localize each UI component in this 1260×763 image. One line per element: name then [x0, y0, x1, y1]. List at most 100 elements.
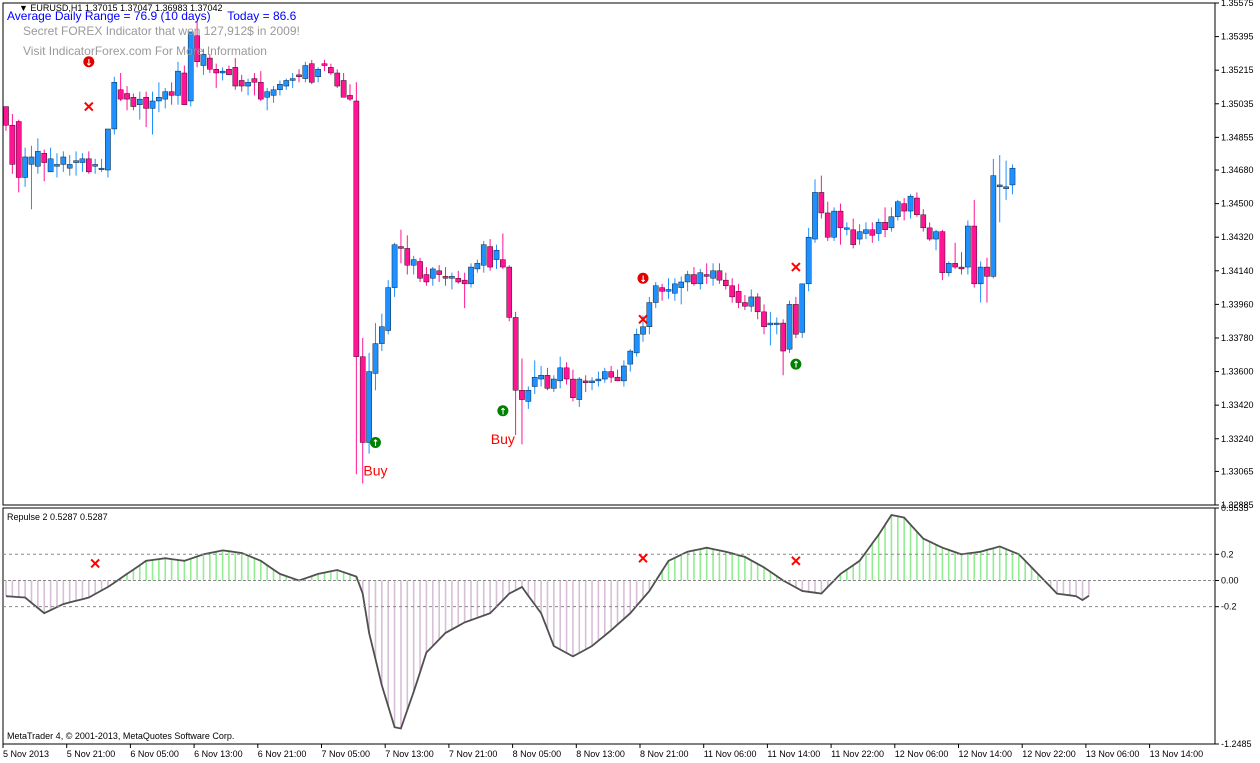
bear-candle [793, 304, 799, 335]
bull-candle [652, 285, 659, 303]
time-tick-label: 11 Nov 06:00 [704, 749, 757, 759]
bull-candle [187, 31, 194, 102]
bull-candle [576, 378, 583, 400]
bull-candle [366, 371, 372, 443]
bear-candle [512, 317, 519, 391]
bear-candle [423, 274, 430, 283]
time-tick-label: 12 Nov 06:00 [895, 749, 949, 759]
bull-candle [601, 371, 608, 380]
bull-candle [863, 229, 869, 234]
osc-tick-label: -1.2485 [1221, 739, 1252, 749]
price-tick-label: 1.33960 [1221, 299, 1254, 309]
bear-candle [614, 376, 621, 382]
bull-candle [35, 151, 41, 167]
bear-candle [901, 203, 907, 212]
bull-candle [1009, 167, 1016, 186]
bull-candle [990, 175, 997, 277]
bear-candle [735, 291, 742, 303]
bear-candle [398, 246, 404, 249]
chart-background [0, 0, 1260, 763]
bear-candle [436, 270, 442, 275]
bull-candle [875, 222, 882, 234]
bull-candle [589, 380, 595, 383]
today-label: Today = 86.6 [227, 9, 297, 23]
bull-candle [531, 376, 538, 387]
bear-candle [882, 222, 888, 230]
bull-candle [277, 83, 283, 90]
bull-candle [627, 350, 634, 365]
adr-label: Average Daily Range = 76.9 (10 days) Tod… [7, 9, 297, 23]
bull-candle [379, 326, 385, 344]
time-tick-label: 6 Nov 05:00 [130, 749, 179, 759]
bear-candle [958, 266, 965, 270]
bear-candle [181, 72, 188, 105]
bear-candle [238, 80, 245, 87]
bull-candle [831, 210, 837, 238]
bear-candle [984, 266, 990, 277]
bull-candle [933, 231, 939, 240]
bear-candle [251, 78, 258, 83]
buy-label: Buy [491, 431, 515, 447]
price-tick-label: 1.33780 [1221, 333, 1254, 343]
osc-tick-label: -0.2 [1221, 602, 1237, 612]
buy-arrow-icon-glyph: ↑ [792, 361, 800, 371]
time-tick-label: 12 Nov 22:00 [1022, 749, 1076, 759]
price-tick-label: 1.35215 [1221, 65, 1254, 75]
bull-candle [551, 378, 557, 389]
time-tick-label: 5 Nov 21:00 [67, 749, 116, 759]
bull-candle [786, 304, 793, 350]
bull-candle [270, 89, 277, 96]
bear-candle [143, 97, 149, 109]
bull-candle [372, 343, 379, 374]
bull-candle [557, 367, 563, 382]
bear-candle [780, 322, 786, 352]
bear-candle [716, 270, 723, 281]
bull-candle [391, 244, 398, 288]
bull-candle [493, 250, 500, 260]
bull-candle [264, 91, 270, 98]
bear-candle [321, 63, 328, 66]
copyright-label: MetaTrader 4, © 2001-2013, MetaQuotes So… [7, 731, 235, 741]
bull-candle [525, 390, 532, 402]
bear-candle [359, 356, 366, 443]
osc-tick-label: 0.2 [1221, 549, 1234, 559]
bear-candle [207, 57, 213, 70]
bull-candle [665, 289, 672, 292]
bull-candle [283, 80, 290, 87]
bull-candle [945, 263, 952, 273]
bear-candle [117, 89, 124, 100]
bull-candle [684, 274, 691, 283]
bull-candle [175, 70, 181, 96]
price-tick-label: 1.35395 [1221, 32, 1254, 42]
bear-candle [296, 74, 302, 77]
osc-tick-label: 0.5535 [1221, 503, 1249, 513]
bear-candle [729, 285, 735, 298]
bull-candle [1003, 186, 1009, 189]
bear-candle [461, 279, 468, 285]
bear-candle [608, 371, 614, 378]
time-tick-label: 8 Nov 13:00 [576, 749, 625, 759]
bear-candle [691, 274, 697, 285]
bull-candle [856, 231, 863, 240]
bear-candle [703, 274, 710, 277]
price-tick-label: 1.33240 [1221, 434, 1254, 444]
bear-candle [9, 125, 16, 165]
bear-candle [952, 263, 958, 268]
bear-candle [761, 311, 767, 327]
bull-candle [474, 263, 481, 270]
time-tick-label: 13 Nov 06:00 [1086, 749, 1140, 759]
bull-candle [907, 195, 914, 212]
bear-candle [544, 375, 551, 389]
bear-candle [340, 80, 347, 98]
bull-candle [996, 184, 1003, 188]
bull-candle [98, 167, 105, 170]
bull-candle [678, 281, 685, 288]
bear-candle [258, 82, 264, 100]
bear-candle [971, 225, 978, 285]
bull-candle [895, 201, 901, 217]
price-tick-label: 1.33420 [1221, 400, 1254, 410]
time-tick-label: 5 Nov 2013 [3, 749, 49, 759]
bear-candle [347, 95, 353, 100]
bull-candle [888, 216, 895, 229]
bear-candle [659, 287, 665, 292]
